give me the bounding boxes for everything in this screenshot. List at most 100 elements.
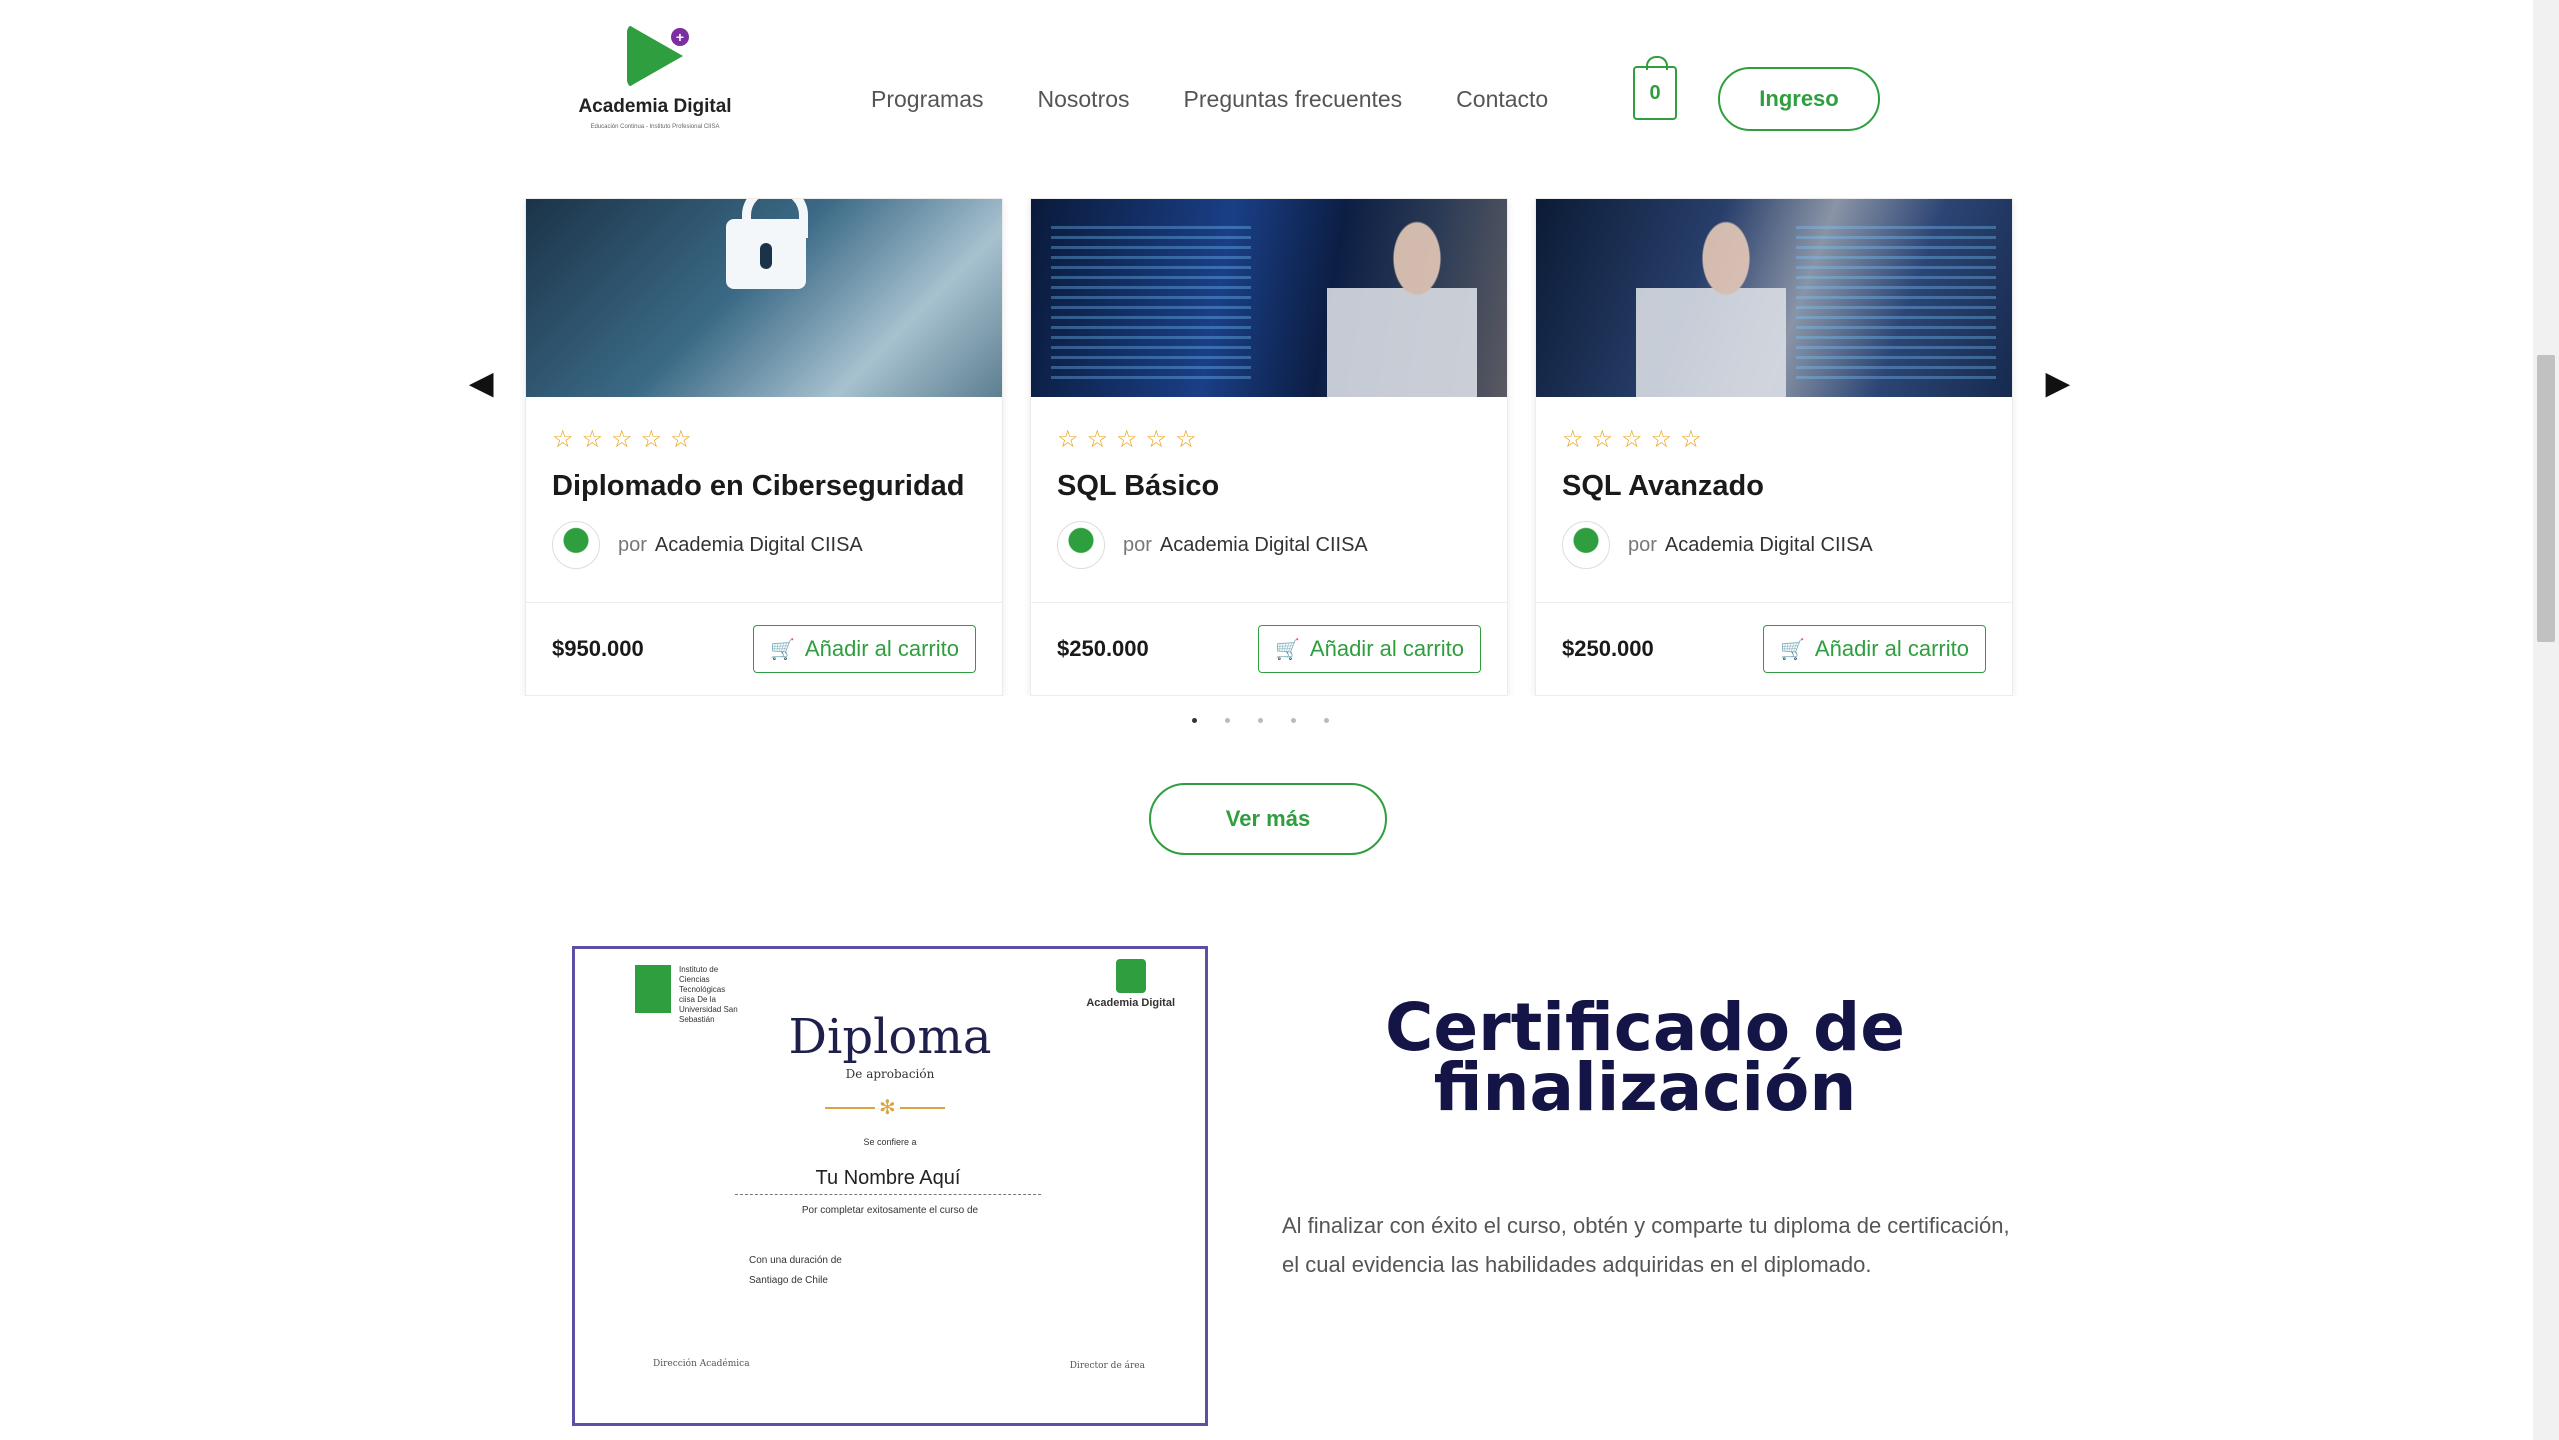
course-footer: $250.000 🛒 Añadir al carrito [1536, 602, 2012, 695]
author-prefix: por [618, 533, 647, 556]
nav-item-contacto[interactable]: Contacto [1456, 86, 1548, 113]
author-prefix: por [1628, 533, 1657, 556]
rating-stars: ☆ ☆ ☆ ☆ ☆ [1057, 425, 1481, 454]
add-to-cart-label: Añadir al carrito [1814, 636, 1969, 661]
course-card[interactable]: ☆ ☆ ☆ ☆ ☆ SQL Básico por Academia Digital CI… [1030, 198, 1508, 696]
diploma-completion: Por completar exitosamente el curso de [801, 1205, 979, 1216]
page-scrollbar[interactable] [2533, 0, 2559, 1440]
monitor-code-graphic [1051, 219, 1251, 379]
main-nav: Programas Nosotros Preguntas frecuentes … [871, 86, 1548, 113]
certificate-description: Al finalizar con éxito el curso, obtén y… [1282, 1213, 2010, 1277]
brand-logo[interactable]: + Academia Digital Educación Continua - … [570, 24, 740, 136]
certificate-heading: Certificado de finalización [1380, 995, 1910, 1121]
cart-icon: 🛒 [1780, 638, 1805, 661]
carousel-next-icon[interactable]: ▶ [2046, 366, 2069, 401]
course-footer: $250.000 🛒 Añadir al carrito [1031, 602, 1507, 695]
course-title[interactable]: SQL Básico [1057, 470, 1481, 503]
diploma-image: Instituto de Ciencias Tecnológicas ciisa… [572, 946, 1208, 1426]
star-icon: ☆ [1562, 426, 1584, 453]
carousel-dot[interactable] [1192, 718, 1197, 723]
course-price: $950.000 [552, 636, 644, 661]
rating-stars: ☆ ☆ ☆ ☆ ☆ [1562, 425, 1986, 454]
brand-mark-icon: + [623, 24, 689, 88]
diploma-brand-name: Academia Digital [1086, 997, 1175, 1009]
carousel-dot[interactable] [1258, 718, 1263, 723]
diploma-title: Diploma [788, 1009, 992, 1065]
diploma-duration: Con una duración de [749, 1255, 842, 1266]
star-icon: ☆ [670, 426, 692, 453]
course-image-sql-avanzado[interactable] [1536, 199, 2012, 397]
author-avatar [1562, 521, 1610, 569]
course-author: por Academia Digital CIISA [1562, 521, 1986, 569]
login-button[interactable]: Ingreso [1718, 67, 1880, 131]
course-title[interactable]: SQL Avanzado [1562, 470, 1986, 503]
diploma-subtitle: De aprobación [845, 1067, 935, 1081]
author-name[interactable]: Academia Digital CIISA [1160, 534, 1368, 557]
star-icon: ☆ [1650, 426, 1673, 453]
carousel-pagination [1192, 718, 1329, 723]
star-icon: ☆ [611, 426, 633, 453]
course-footer: $950.000 🛒 Añadir al carrito [526, 602, 1002, 695]
certificate-heading-line2: finalización [1433, 1049, 1857, 1126]
course-card[interactable]: ☆ ☆ ☆ ☆ ☆ SQL Avanzado por Academia Digital … [1535, 198, 2013, 696]
diploma-city: Santiago de Chile [749, 1275, 828, 1286]
author-name[interactable]: Academia Digital CIISA [1665, 534, 1873, 557]
rating-stars: ☆ ☆ ☆ ☆ ☆ [552, 425, 976, 454]
star-icon: ☆ [1116, 426, 1138, 453]
author-prefix: por [1123, 533, 1152, 556]
diploma-signature-left: Dirección Académica [653, 1359, 750, 1369]
diploma-signature-right: Director de área [1069, 1361, 1145, 1371]
course-card[interactable]: ☆ ☆ ☆ ☆ ☆ Diplomado en Ciberseguridad por Ac… [525, 198, 1003, 696]
cart-icon: 🛒 [1275, 638, 1300, 661]
monitor-code-graphic [1796, 219, 1996, 379]
carousel-dot[interactable] [1225, 718, 1230, 723]
add-to-cart-button[interactable]: 🛒 Añadir al carrito [1258, 625, 1481, 673]
nav-item-nosotros[interactable]: Nosotros [1037, 86, 1129, 113]
add-to-cart-button[interactable]: 🛒 Añadir al carrito [753, 625, 976, 673]
add-to-cart-label: Añadir al carrito [804, 636, 959, 661]
diploma-brand-logo: Academia Digital [1086, 959, 1175, 1009]
cart-icon: 🛒 [770, 638, 795, 661]
add-to-cart-button[interactable]: 🛒 Añadir al carrito [1763, 625, 1986, 673]
brand-tagline: Educación Continua - Instituto Profesion… [590, 124, 720, 130]
course-price: $250.000 [1562, 636, 1654, 661]
carousel-prev-icon[interactable]: ◀ [470, 366, 493, 401]
site-header: + Academia Digital Educación Continua - … [0, 0, 2533, 198]
cart-button[interactable]: 0 [1633, 56, 1677, 120]
star-icon: ☆ [552, 426, 574, 453]
star-icon: ☆ [640, 426, 663, 453]
course-carousel: ☆ ☆ ☆ ☆ ☆ Diplomado en Ciberseguridad por Ac… [512, 198, 2023, 696]
ver-mas-button[interactable]: Ver más [1149, 783, 1387, 855]
star-icon: ☆ [1057, 426, 1079, 453]
course-price: $250.000 [1057, 636, 1149, 661]
author-avatar [552, 521, 600, 569]
lock-icon [726, 199, 808, 289]
course-image-cyber[interactable] [526, 199, 1002, 397]
person-graphic [1327, 199, 1477, 397]
star-icon: ☆ [1175, 426, 1197, 453]
carousel-dot[interactable] [1324, 718, 1329, 723]
add-to-cart-label: Añadir al carrito [1309, 636, 1464, 661]
brand-name: Academia Digital [578, 96, 732, 117]
diploma-recipient: Tu Nombre Aquí [735, 1167, 1041, 1195]
brand-mark-icon [1115, 959, 1146, 993]
author-name[interactable]: Academia Digital CIISA [655, 534, 863, 557]
star-icon: ☆ [581, 426, 604, 453]
course-title[interactable]: Diplomado en Ciberseguridad [552, 470, 976, 503]
course-image-sql-basico[interactable] [1031, 199, 1507, 397]
carousel-dot[interactable] [1291, 718, 1296, 723]
star-icon: ☆ [1621, 426, 1643, 453]
star-icon: ☆ [1680, 426, 1702, 453]
ornament-icon [825, 1095, 945, 1119]
cart-count: 0 [1649, 82, 1661, 104]
scrollbar-thumb[interactable] [2537, 355, 2555, 642]
course-author: por Academia Digital CIISA [552, 521, 976, 569]
person-graphic [1636, 199, 1786, 397]
nav-item-programas[interactable]: Programas [871, 86, 983, 113]
diploma-conferred: Se confiere a [863, 1137, 917, 1147]
nav-item-faq[interactable]: Preguntas frecuentes [1184, 86, 1403, 113]
star-icon: ☆ [1145, 426, 1168, 453]
star-icon: ☆ [1086, 426, 1109, 453]
course-author: por Academia Digital CIISA [1057, 521, 1481, 569]
author-avatar [1057, 521, 1105, 569]
